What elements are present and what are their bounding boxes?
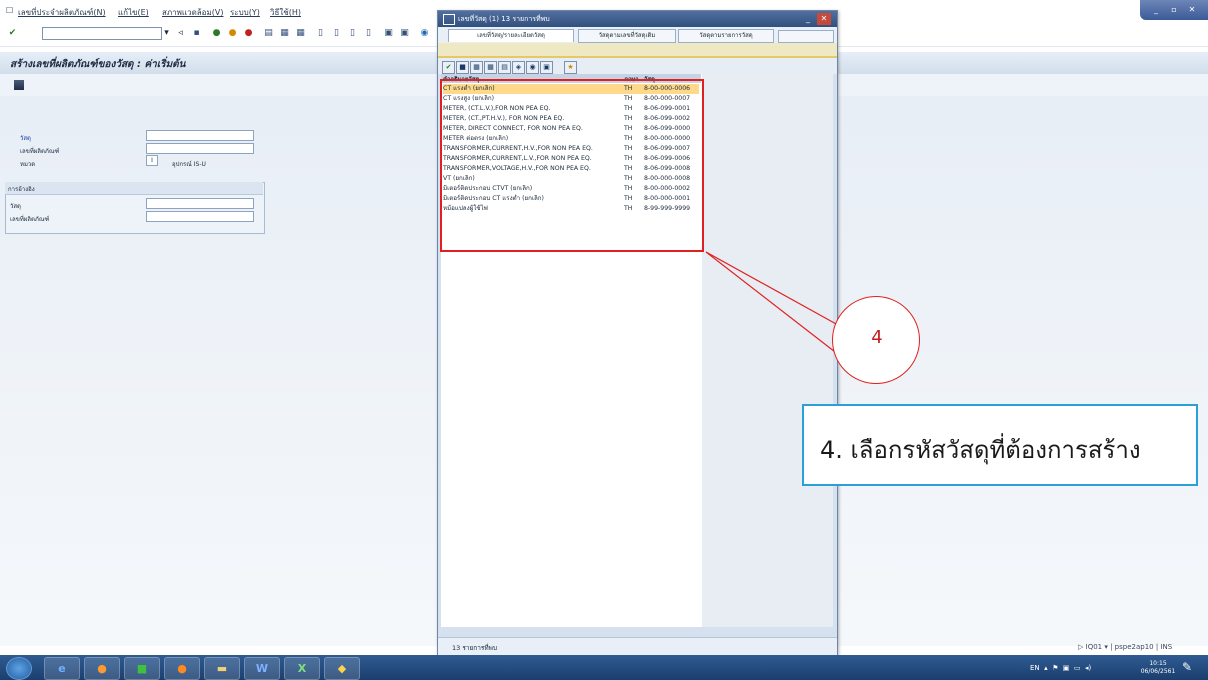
word-icon[interactable]: W (244, 657, 280, 680)
ie-icon[interactable]: e (44, 657, 80, 680)
folder-icon[interactable]: ▬ (204, 657, 240, 680)
instruction-note: 4. เลือกรหัสวัสดุที่ต้องการสร้าง (802, 404, 1198, 486)
clock-date: 06/06/2561 (1140, 668, 1176, 675)
windows-taskbar: e ● ■ ● ▬ W X ◆ (0, 655, 1208, 680)
callout-line-lower (705, 251, 849, 363)
line-icon[interactable]: ■ (124, 657, 160, 680)
notification-icon[interactable]: ✎ (1182, 660, 1192, 674)
clock-time: 10:15 (1149, 660, 1167, 667)
instruction-text: 4. เลือกรหัสวัสดุที่ต้องการสร้าง (820, 436, 1141, 464)
clock[interactable]: 10:15 06/06/2561 (1140, 660, 1176, 676)
start-button[interactable] (6, 657, 32, 680)
step-number: 4 (871, 327, 883, 348)
callout-line-upper (705, 251, 839, 326)
callout-pointer (705, 251, 849, 363)
excel-icon[interactable]: X (284, 657, 320, 680)
step-number-circle: 4 (832, 296, 920, 384)
system-tray: EN ▴ ⚑ ▣ ▭ ◂) (1030, 664, 1092, 672)
firefox-alt-icon[interactable]: ● (164, 657, 200, 680)
sap-logon-icon[interactable]: ◆ (324, 657, 360, 680)
language-indicator[interactable]: EN (1030, 664, 1040, 672)
firefox-icon[interactable]: ● (84, 657, 120, 680)
